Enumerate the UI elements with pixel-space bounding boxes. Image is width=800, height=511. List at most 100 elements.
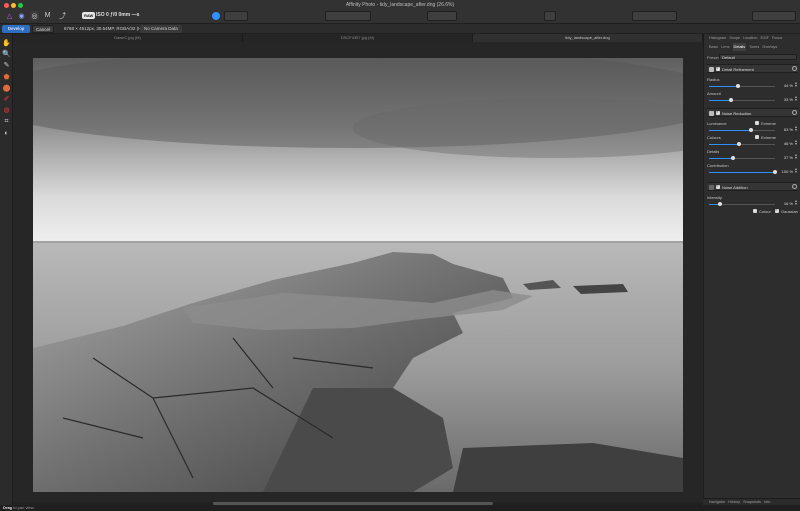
photo-image[interactable]	[33, 58, 683, 492]
preset-dropdown[interactable]: Default	[719, 54, 797, 60]
extreme-option[interactable]: Extreme	[755, 134, 776, 140]
slider-knob[interactable]	[717, 202, 722, 206]
stepper[interactable]: ▴ ▾	[795, 153, 798, 160]
param-colours: Colours Extreme 46 % ▴ ▾	[707, 134, 798, 147]
stepper[interactable]: ▴ ▾	[795, 199, 798, 206]
reset-icon[interactable]	[792, 110, 797, 115]
brush-tool-icon[interactable]: ✐	[2, 96, 11, 104]
canvas[interactable]	[13, 42, 703, 502]
erase-tool-icon[interactable]: ◍	[2, 107, 11, 115]
tab-focus[interactable]: Focus	[772, 34, 782, 42]
param-label: Colours	[707, 135, 721, 140]
color-picker-tool-icon[interactable]: ◐	[2, 130, 11, 138]
tab-tones[interactable]: Tones	[749, 43, 759, 51]
document-tab[interactable]: DSCF4357.jpg (M)	[243, 34, 473, 42]
param-amount: Amount 33 % ▴ ▾	[707, 91, 798, 103]
param-details: Details 37 % ▴ ▾	[707, 149, 798, 161]
tab-location[interactable]: Location	[743, 34, 757, 42]
liquify-persona-icon[interactable]: ◉	[17, 11, 26, 20]
extreme-checkbox[interactable]	[755, 120, 759, 125]
param-value[interactable]: 16 %	[777, 201, 793, 206]
develop-persona-icon[interactable]: ◎	[30, 11, 39, 20]
param-value[interactable]: 44 %	[777, 83, 793, 88]
stepper[interactable]: ▴ ▾	[795, 167, 798, 174]
blemish-tool-icon[interactable]: ⬟	[2, 74, 11, 82]
view-tool-icon[interactable]	[212, 12, 220, 20]
slider-knob[interactable]	[728, 98, 733, 102]
tab-basic[interactable]: Basic	[709, 43, 718, 51]
extreme-checkbox[interactable]	[755, 134, 759, 139]
stepper[interactable]: ▴ ▾	[795, 139, 798, 146]
studio-buttons[interactable]	[752, 11, 796, 21]
colour-checkbox[interactable]	[753, 208, 757, 213]
noise-addition-header[interactable]: Noise Addition	[707, 182, 798, 191]
slider[interactable]	[709, 98, 775, 102]
status-hint-key: Drag	[3, 505, 13, 510]
white-balance-tool-icon[interactable]: ✎	[2, 62, 11, 70]
param-label: Intensity	[707, 195, 722, 200]
develop-button[interactable]: Develop	[2, 25, 30, 33]
colour-option[interactable]: Colour	[753, 208, 771, 214]
slider-knob[interactable]	[731, 156, 736, 160]
noise-reduction-checkbox[interactable]	[716, 109, 720, 115]
stepper[interactable]: ▴ ▾	[795, 125, 798, 132]
slider[interactable]	[709, 84, 775, 88]
slider-knob[interactable]	[748, 128, 753, 132]
param-label: Luminance	[707, 121, 727, 126]
slider-knob[interactable]	[736, 84, 741, 88]
param-value[interactable]: 33 %	[777, 97, 793, 102]
param-contribution: Contribution 100 % ▴ ▾	[707, 163, 798, 175]
detail-refinement-checkbox[interactable]	[716, 65, 720, 71]
studio-panel: Histogram Scope Location EXIF Focus Basi…	[703, 34, 800, 505]
assistant-button[interactable]	[544, 11, 556, 21]
param-value[interactable]: 46 %	[777, 141, 793, 146]
document-tab-active[interactable]: tidy_landscape_after.dng	[473, 34, 703, 42]
noise-addition-checkbox[interactable]	[716, 183, 720, 189]
tab-lens[interactable]: Lens	[721, 43, 729, 51]
tab-exif[interactable]: EXIF	[760, 34, 768, 42]
camera-profile[interactable]: No Camera Data	[140, 25, 182, 33]
param-value[interactable]: 37 %	[777, 155, 793, 160]
tab-overlays[interactable]: Overlays	[762, 43, 777, 51]
param-luminance: Luminance Extreme 63 % ▴ ▾	[707, 120, 798, 133]
slider[interactable]	[709, 128, 775, 132]
param-label: Amount	[707, 91, 721, 96]
gaussian-option[interactable]: Gaussian	[775, 207, 798, 214]
hand-tool-icon[interactable]: ✋	[2, 40, 11, 48]
param-value[interactable]: 100 %	[777, 169, 793, 174]
document-tab[interactable]: DawnC.jpg (M)	[13, 34, 243, 42]
tab-scope[interactable]: Scope	[729, 34, 740, 42]
tone-mapping-persona-icon[interactable]: M	[43, 11, 52, 20]
export-persona-icon[interactable]: ⤴	[58, 11, 67, 20]
split-view-button[interactable]	[224, 11, 248, 21]
zoom-tool-icon[interactable]: 🔍	[2, 51, 11, 59]
status-bar: Drag to pan view.	[0, 505, 800, 511]
slider[interactable]	[709, 156, 775, 160]
slider-knob[interactable]	[737, 142, 742, 146]
red-eye-tool-icon[interactable]: ⬤	[2, 85, 11, 93]
reset-icon[interactable]	[792, 184, 797, 189]
stepper[interactable]: ▴ ▾	[795, 81, 798, 88]
noise-reduction-header[interactable]: Noise Reduction	[707, 108, 798, 117]
landscape-photo	[33, 58, 683, 492]
color-mode-buttons[interactable]	[632, 11, 677, 21]
preset-label: Preset:	[707, 55, 720, 60]
extreme-option[interactable]: Extreme	[755, 120, 776, 126]
slider[interactable]	[709, 170, 777, 174]
snapping-button[interactable]	[427, 11, 457, 21]
tab-details[interactable]: Details	[732, 43, 747, 51]
stepper[interactable]: ▴ ▾	[795, 95, 798, 102]
reset-icon[interactable]	[792, 66, 797, 71]
detail-refinement-header[interactable]: Detail Refinement	[707, 64, 798, 73]
detail-icon	[709, 67, 714, 72]
gaussian-checkbox[interactable]	[775, 207, 779, 213]
param-value[interactable]: 63 %	[777, 127, 793, 132]
slider[interactable]	[709, 202, 775, 206]
tab-histogram[interactable]: Histogram	[709, 34, 726, 42]
cancel-button[interactable]: Cancel	[32, 25, 54, 33]
document-tabs: DawnC.jpg (M) DSCF4357.jpg (M) tidy_land…	[13, 34, 703, 42]
arrange-buttons[interactable]	[325, 11, 371, 21]
photo-persona-icon[interactable]: △	[5, 11, 14, 20]
slider[interactable]	[709, 142, 775, 146]
gradient-tool-icon[interactable]: ⌗	[2, 118, 11, 126]
